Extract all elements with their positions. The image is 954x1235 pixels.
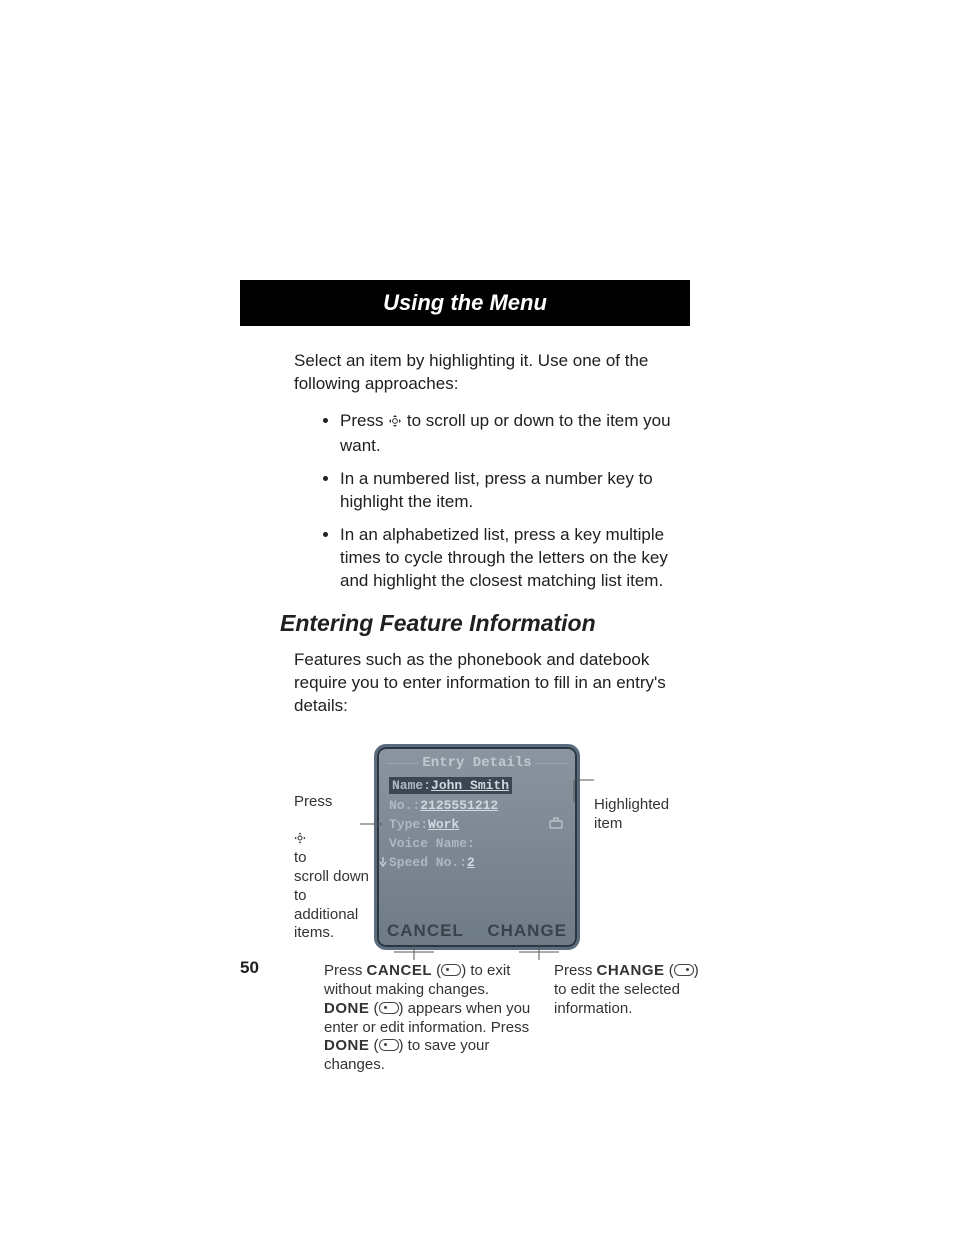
name-value: John Smith: [431, 778, 509, 793]
t: (: [369, 1037, 378, 1054]
no-label: No.:: [389, 798, 420, 813]
no-value: 2125551212: [420, 798, 498, 813]
screen-title: Entry Details: [377, 755, 577, 771]
t: Press: [554, 962, 597, 979]
t: (: [665, 962, 674, 979]
phone-screen: Entry Details Name:John Smith No.:212555…: [374, 744, 580, 950]
left-softkey-icon: [441, 964, 461, 976]
t: CANCEL: [367, 962, 433, 979]
softkey-row: CANCEL CHANGE: [387, 921, 567, 941]
speed-label: Speed No.:: [389, 855, 467, 870]
field-list: Name:John Smith No.:2125551212 Type:Work…: [389, 777, 565, 870]
intro-paragraph: Select an item by highlighting it. Use o…: [294, 350, 690, 396]
softkey-left: CANCEL: [387, 921, 464, 940]
callout-right: Highlighted item: [594, 796, 694, 834]
features-intro: Features such as the phonebook and dateb…: [294, 649, 690, 718]
name-label: Name:: [392, 778, 431, 793]
bullet-1: Press to scroll up or down to the item y…: [340, 410, 690, 458]
field-name: Name:John Smith: [389, 777, 565, 794]
field-type: Type:Work: [389, 817, 565, 832]
speed-value: 2: [467, 855, 475, 870]
t: (: [369, 1000, 378, 1017]
voice-label: Voice Name:: [389, 836, 475, 851]
nav-key-icon: [294, 812, 306, 850]
page-content: Using the Menu Select an item by highlig…: [240, 280, 690, 1044]
softkey-right: CHANGE: [487, 921, 567, 941]
field-no: No.:2125551212: [389, 798, 565, 813]
section-heading: Entering Feature Information: [280, 610, 690, 637]
bullet-2: In a numbered list, press a number key t…: [340, 468, 690, 514]
t: DONE: [324, 1000, 369, 1017]
nav-key-icon: [388, 412, 402, 435]
bullet-list: Press to scroll up or down to the item y…: [340, 410, 690, 593]
callout-left: Press toscroll downto additionalitems.: [294, 774, 372, 943]
chapter-header: Using the Menu: [240, 280, 690, 326]
right-softkey-icon: [674, 964, 694, 976]
page-number: 50: [240, 958, 259, 978]
type-value: Work: [428, 817, 459, 832]
t: Press: [324, 962, 367, 979]
t: (: [432, 962, 441, 979]
field-voice: Voice Name:: [389, 836, 565, 851]
callout-bottom-left: Press CANCEL () to exit without making c…: [324, 962, 534, 1075]
diagram: Press toscroll downto additionalitems. E…: [294, 744, 690, 1044]
work-icon: [549, 817, 563, 833]
left-softkey-icon: [379, 1039, 399, 1051]
field-speed: Speed No.:2: [389, 855, 565, 870]
t: CHANGE: [597, 962, 665, 979]
down-arrow-icon: [379, 857, 387, 867]
left-softkey-icon: [379, 1002, 399, 1014]
t: DONE: [324, 1037, 369, 1054]
type-label: Type:: [389, 817, 428, 832]
bullet-3: In an alphabetized list, press a key mul…: [340, 524, 690, 593]
callout-bottom-right: Press CHANGE () to edit the selected inf…: [554, 962, 704, 1018]
